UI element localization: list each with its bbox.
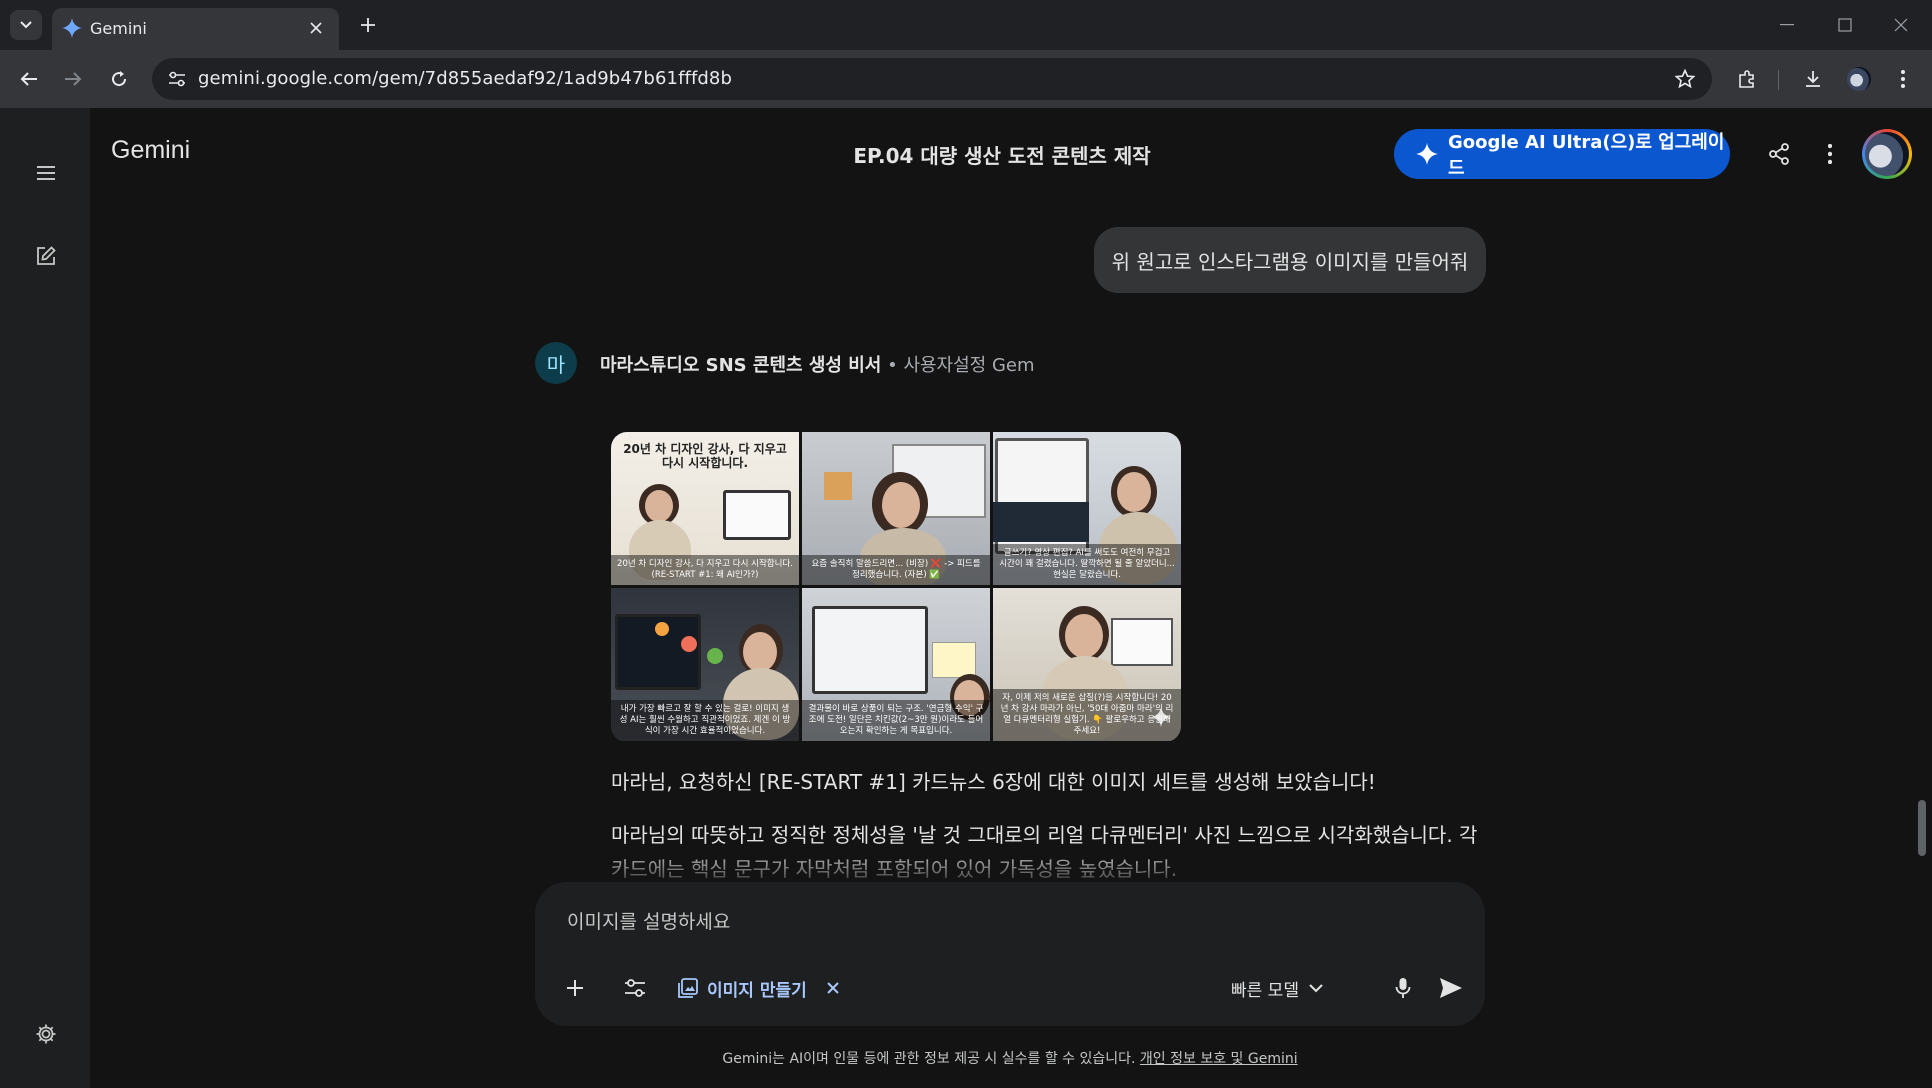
image-create-label: 이미지 만들기 (707, 980, 807, 1001)
prompt-input[interactable] (565, 910, 1269, 934)
browser-tab[interactable]: Gemini (52, 8, 339, 50)
profile-icon[interactable] (1844, 64, 1874, 94)
gem-avatar: 마 (535, 342, 577, 384)
tab-title: Gemini (90, 19, 147, 38)
download-icon[interactable] (1798, 64, 1828, 94)
gem-separator: • (887, 355, 898, 376)
image-4-caption: 내가 가장 빠르고 잘 할 수 있는 걸로! 이미지 생성 AI는 훨씬 수월하… (611, 700, 799, 741)
disclaimer-text: Gemini는 AI이며 인물 등에 관한 정보 제공 시 실수를 할 수 있습… (722, 1051, 1136, 1067)
mic-icon[interactable] (1383, 968, 1423, 1008)
sidebar (0, 108, 90, 1088)
image-3-caption: 글쓰기? 영상 편집? AI를 써도도 여전히 무겁고 시간이 꽤 걸렸습니다.… (993, 544, 1181, 585)
sparkle-watermark-icon (1151, 707, 1171, 731)
more-icon[interactable] (1888, 64, 1918, 94)
gem-header: 마라스튜디오 SNS 콘텐츠 생성 비서 • 사용자설정 Gem (600, 351, 1035, 377)
generated-image-6[interactable]: 자, 이제 저의 새로운 삽질(?)을 시작합니다! 20년 차 강사 마라가 … (993, 588, 1181, 741)
new-chat-icon[interactable] (26, 236, 66, 276)
close-window-icon[interactable] (1888, 12, 1914, 38)
more-options-icon[interactable] (1813, 137, 1847, 171)
tab-strip: Gemini (0, 0, 1932, 50)
chevron-down-icon (1309, 983, 1323, 993)
reload-icon[interactable] (104, 64, 134, 94)
address-bar[interactable]: gemini.google.com/gem/7d855aedaf92/1ad9b… (152, 58, 1712, 100)
image-2-caption: 요즘 솔직히 말씀드리면... (비장) ❌ -> 피드를 정리했습니다. (자… (802, 555, 990, 585)
model-selector[interactable]: 빠른 모델 (1231, 972, 1323, 1004)
image-5-caption: 결과물이 바로 상품이 되는 구조. '연금형 수익' 구조에 도전! 일단은 … (802, 700, 990, 741)
remove-tool-icon[interactable] (827, 982, 839, 994)
browser-toolbar: gemini.google.com/gem/7d855aedaf92/1ad9b… (0, 50, 1932, 108)
tab-list-icon[interactable] (10, 10, 42, 40)
user-message: 위 원고로 인스타그램용 이미지를 만들어줘 (1094, 227, 1486, 293)
model-label: 빠른 모델 (1231, 980, 1299, 1001)
scroll-fade (520, 845, 1500, 885)
prompt-composer: 이미지 만들기 빠른 모델 (535, 882, 1485, 1026)
response-line-1: 마라님, 요청하신 [RE-START #1] 카드뉴스 6장에 대한 이미지 … (611, 770, 1376, 794)
url-text: gemini.google.com/gem/7d855aedaf92/1ad9b… (198, 68, 732, 89)
close-icon[interactable] (303, 15, 329, 41)
extensions-icon[interactable] (1732, 64, 1762, 94)
maximize-icon[interactable] (1832, 12, 1858, 38)
generated-image-grid[interactable]: 20년 차 디자인 강사, 다 지우고 다시 시작합니다. 20년 차 디자인 … (611, 432, 1181, 742)
gem-name: 마라스튜디오 SNS 콘텐츠 생성 비서 (600, 355, 882, 376)
back-icon[interactable] (14, 64, 44, 94)
image-1-caption: 20년 차 디자인 강사, 다 지우고 다시 시작합니다. (RE-START … (611, 555, 799, 585)
generated-image-2[interactable]: 요즘 솔직히 말씀드리면... (비장) ❌ -> 피드를 정리했습니다. (자… (802, 432, 990, 585)
generated-image-4[interactable]: 내가 가장 빠르고 잘 할 수 있는 걸로! 이미지 생성 AI는 훨씬 수월하… (611, 588, 799, 741)
generated-image-3[interactable]: 글쓰기? 영상 편집? AI를 써도도 여전히 무겁고 시간이 꽤 걸렸습니다.… (993, 432, 1181, 585)
scrollbar-thumb[interactable] (1918, 800, 1926, 856)
upgrade-label: Google AI Ultra(으)로 업그레이드 (1448, 132, 1725, 179)
gemini-favicon (62, 18, 82, 42)
minimize-icon[interactable] (1774, 12, 1800, 38)
tools-icon[interactable] (615, 968, 655, 1008)
sparkle-icon (1416, 143, 1438, 165)
forward-icon[interactable] (58, 64, 88, 94)
generated-image-5[interactable]: 결과물이 바로 상품이 되는 구조. '연금형 수익' 구조에 도전! 일단은 … (802, 588, 990, 741)
image-create-chip[interactable]: 이미지 만들기 (677, 970, 839, 1006)
toolbar-divider (1778, 70, 1779, 90)
plus-icon (361, 18, 375, 32)
star-icon[interactable] (1670, 64, 1700, 94)
generated-image-1[interactable]: 20년 차 디자인 강사, 다 지우고 다시 시작합니다. 20년 차 디자인 … (611, 432, 799, 585)
account-avatar[interactable] (1862, 129, 1912, 179)
site-info-icon[interactable] (162, 64, 192, 94)
gem-type: 사용자설정 Gem (903, 355, 1035, 376)
share-icon[interactable] (1762, 137, 1796, 171)
image-1-headline: 20년 차 디자인 강사, 다 지우고 다시 시작합니다. (623, 442, 787, 470)
footer-disclaimer: Gemini는 AI이며 인물 등에 관한 정보 제공 시 실수를 할 수 있습… (0, 1048, 1932, 1068)
plus-icon[interactable] (555, 968, 595, 1008)
privacy-link[interactable]: 개인 정보 보호 및 Gemini (1140, 1051, 1298, 1067)
upgrade-button[interactable]: Google AI Ultra(으)로 업그레이드 (1394, 129, 1730, 179)
image-create-icon (677, 977, 699, 999)
send-icon[interactable] (1431, 968, 1471, 1008)
new-tab-button[interactable] (354, 11, 382, 39)
